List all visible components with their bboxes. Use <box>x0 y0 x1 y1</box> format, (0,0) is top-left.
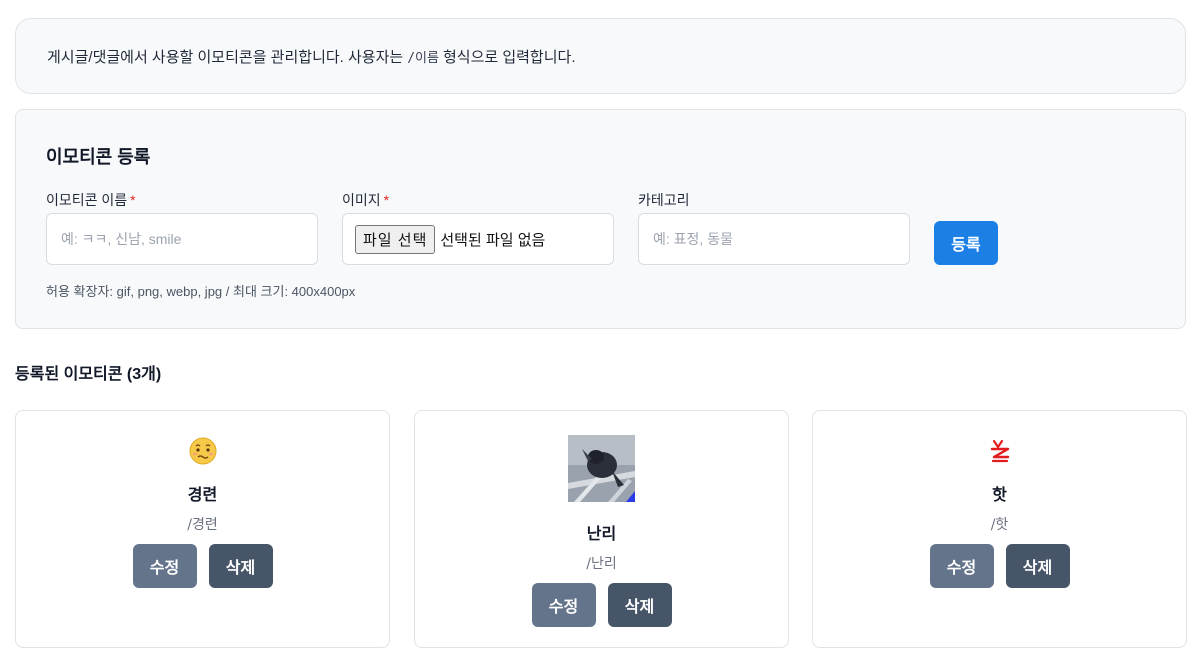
info-banner: 게시글/댓글에서 사용할 이모티콘을 관리합니다. 사용자는 /이름 형식으로 … <box>15 18 1186 94</box>
emoticon-code: /핫 <box>990 517 1009 533</box>
upload-hint: 허용 확장자: gif, png, webp, jpg / 최대 크기: 400… <box>46 284 356 299</box>
delete-button[interactable]: 삭제 <box>607 583 672 627</box>
emoticon-name: 핫 <box>992 487 1007 504</box>
name-label: 이모티콘 이름 * <box>46 190 136 210</box>
edit-button[interactable]: 수정 <box>531 583 596 627</box>
card-actions: 수정 삭제 <box>929 544 1070 588</box>
name-label-text: 이모티콘 이름 <box>46 192 128 208</box>
edit-button[interactable]: 수정 <box>132 544 197 588</box>
file-select-button[interactable]: 파일 선택 <box>355 224 436 254</box>
emoticon-card: 핫 /핫 수정 삭제 <box>812 410 1187 648</box>
info-code-example: /이름 <box>407 50 439 66</box>
required-mark: * <box>383 192 390 208</box>
card-actions: 수정 삭제 <box>531 583 672 627</box>
emoticon-list-title: 등록된 이모티콘 (3개) <box>15 366 162 383</box>
emoticon-code: /경련 <box>187 517 218 533</box>
category-label-text: 카테고리 <box>638 192 690 208</box>
emoticon-code: /난리 <box>586 556 617 572</box>
info-text-after: 형식으로 입력합니다. <box>442 48 576 66</box>
category-input[interactable]: 예: 표정, 동물 <box>638 213 910 265</box>
emoticon-name: 난리 <box>586 526 617 543</box>
name-input-placeholder: 예: ㅋㅋ, 신남, smile <box>61 231 182 247</box>
twitching-face-emoji-icon <box>189 437 216 465</box>
image-label-text: 이미지 <box>342 192 381 208</box>
category-input-placeholder: 예: 표정, 동물 <box>653 231 733 247</box>
edit-button[interactable]: 수정 <box>929 544 994 588</box>
category-label: 카테고리 <box>638 190 690 210</box>
info-text-before: 게시글/댓글에서 사용할 이모티콘을 관리합니다. 사용자는 <box>47 48 404 66</box>
chaos-photo-thumbnail <box>568 435 635 502</box>
file-status: 선택된 파일 없음 <box>440 231 546 249</box>
emoticon-card: 경련 /경련 수정 삭제 <box>15 410 390 648</box>
form-title: 이모티콘 등록 <box>46 147 151 167</box>
red-hot-scribble-icon <box>990 439 1009 463</box>
card-actions: 수정 삭제 <box>132 544 273 588</box>
emoticon-name-input[interactable]: 예: ㅋㅋ, 신남, smile <box>46 213 318 265</box>
image-label: 이미지 * <box>342 190 389 210</box>
register-button[interactable]: 등록 <box>934 221 998 265</box>
delete-button[interactable]: 삭제 <box>208 544 273 588</box>
image-file-input[interactable]: 파일 선택 선택된 파일 없음 <box>342 213 614 265</box>
emoticon-name: 경련 <box>187 487 218 504</box>
register-form: 이모티콘 등록 이모티콘 이름 * 예: ㅋㅋ, 신남, smile 이미지 * 파… <box>15 109 1186 329</box>
required-mark: * <box>130 192 136 208</box>
delete-button[interactable]: 삭제 <box>1005 544 1070 588</box>
emoticon-card: 난리 /난리 수정 삭제 <box>414 410 789 648</box>
